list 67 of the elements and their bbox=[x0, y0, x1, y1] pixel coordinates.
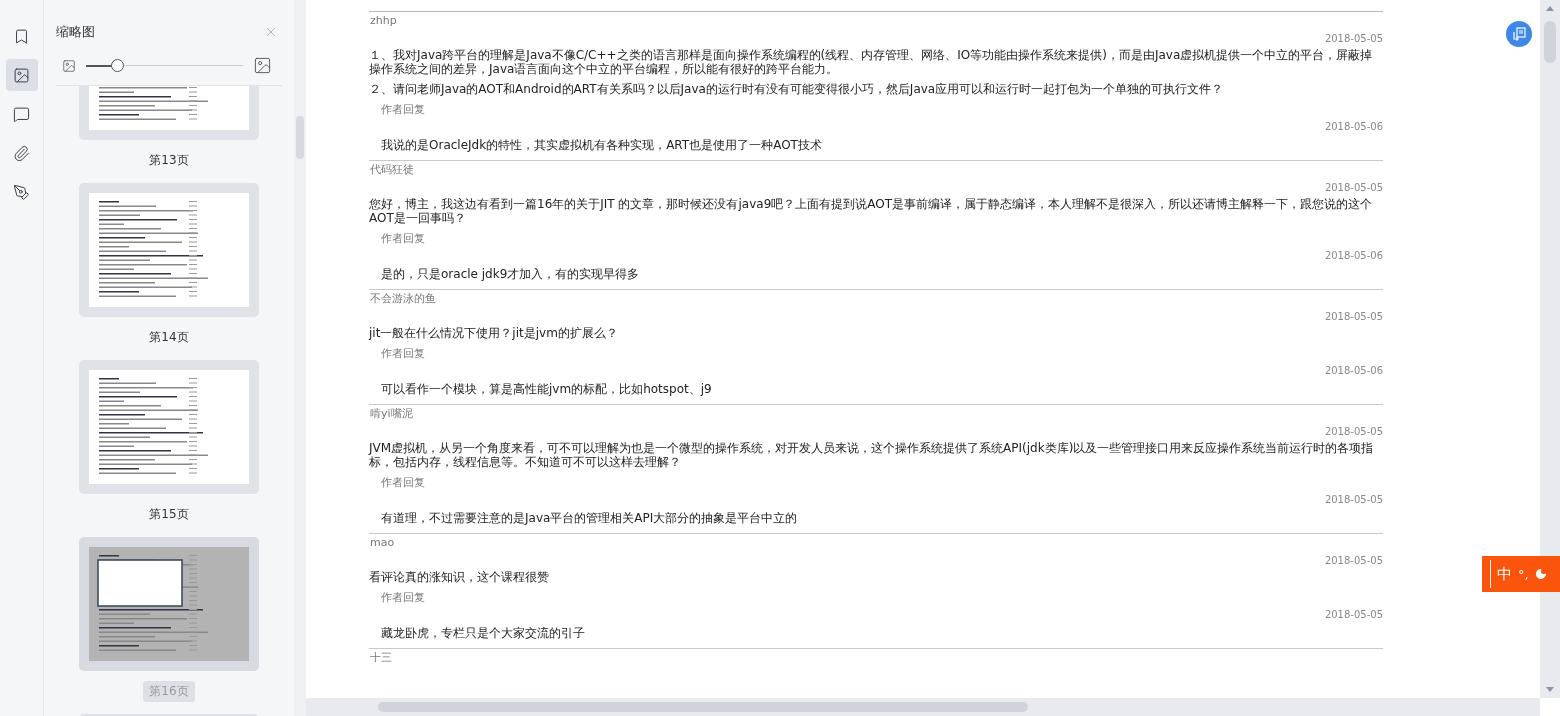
page-thumbnail-drawing[interactable] bbox=[89, 370, 249, 484]
horizontal-scrollbar[interactable] bbox=[306, 698, 1540, 716]
floating-action-button[interactable] bbox=[1506, 21, 1532, 47]
punctuation-mode-label: °, bbox=[1518, 566, 1529, 582]
input-mode-label: 中 bbox=[1497, 564, 1512, 584]
page-thumbnail-frame[interactable] bbox=[79, 183, 259, 317]
panel-title: 缩略图 bbox=[56, 23, 95, 41]
reply-date: 2018-05-05 bbox=[1323, 608, 1383, 622]
comment-text: jit一般在什么情况下使用？jit是jvm的扩展么？ bbox=[369, 326, 619, 340]
scrollbar-thumb[interactable] bbox=[378, 702, 1028, 712]
page-label: 第14页 bbox=[148, 329, 190, 346]
bookmark-icon bbox=[13, 27, 30, 45]
comment-author: 不会游泳的鱼 bbox=[369, 291, 437, 307]
reply-label: 作者回复 bbox=[380, 102, 426, 118]
page-label: 第13页 bbox=[148, 152, 190, 169]
comment-date: 2018-05-05 bbox=[1323, 554, 1383, 568]
large-image-icon[interactable] bbox=[253, 56, 272, 75]
reply-date: 2018-05-05 bbox=[1323, 493, 1383, 507]
scroll-up-icon[interactable] bbox=[1546, 6, 1554, 11]
panel-scrollbar-thumb[interactable] bbox=[296, 116, 304, 159]
comment-author: 啃yi嘴泥 bbox=[369, 406, 414, 422]
comment-text: １、我对Java跨平台的理解是Java不像C/C++之类的语言那样是面向操作系统编程的(线程、内存管理、网络、IO等功能由操作系统来提供)，而是由Java虚拟机提供一个中立的平台，屏蔽掉操作系统之间的差异，Java语言面向这个中立的平台编程，所以能有很好的跨平台能力。 bbox=[369, 48, 1374, 76]
comment-icon bbox=[13, 105, 30, 123]
close-icon bbox=[264, 25, 278, 39]
comment-date: 2018-05-05 bbox=[1323, 310, 1383, 324]
image-icon bbox=[13, 66, 30, 84]
comment-author: 十三 bbox=[369, 650, 393, 666]
reply-text: 藏龙卧虎，专栏只是个大家交流的引子 bbox=[380, 625, 586, 642]
comment-date: 2018-05-05 bbox=[1323, 32, 1383, 46]
page-thumbnail-drawing[interactable] bbox=[89, 547, 249, 661]
reply-date: 2018-05-06 bbox=[1323, 364, 1383, 378]
reply-label: 作者回复 bbox=[380, 346, 426, 362]
paperclip-icon bbox=[13, 144, 30, 162]
sidebar-tool-button[interactable] bbox=[5, 59, 38, 91]
reply-date: 2018-05-06 bbox=[1323, 249, 1383, 263]
comment-author: zhhp bbox=[369, 13, 398, 29]
page-label: 第15页 bbox=[148, 506, 190, 523]
reply-label: 作者回复 bbox=[380, 231, 426, 247]
vertical-scrollbar[interactable] bbox=[1540, 0, 1560, 698]
close-button[interactable] bbox=[264, 25, 278, 39]
comment-text: 看评论真的涨知识，这个课程很赞 bbox=[369, 570, 550, 584]
comment-date: 2018-05-05 bbox=[1323, 181, 1383, 195]
comment-text: 您好，博主，我这边有看到一篇16年的关于JIT 的文章，那时候还没有java9吧？上面有提到说AOT是事前编译，属于静态编译，本人理解不是很深入，所以还请博主解释一下，跟您说的这个AOT是一回事吗？ bbox=[369, 197, 1374, 225]
reply-label: 作者回复 bbox=[380, 590, 426, 606]
comment-text: JVM虚拟机，从另一个角度来看，可不可以理解为也是一个微型的操作系统，对开发人员来说，这个操作系统提供了系统API(jdk类库)以及一些管理接口用来反应操作系统当前运行时的各项指标，包括内存，线程信息等。不知道可不可以这样去理解？ bbox=[369, 441, 1375, 469]
comment-author: 代码狂徒 bbox=[369, 162, 415, 178]
reply-text: 可以看作一个模块，算是高性能jvm的标配，比如hotspot、j9 bbox=[380, 381, 713, 398]
convert-icon bbox=[1512, 27, 1526, 41]
reply-text: 是的，只是oracle jdk9才加入，有的实现早得多 bbox=[380, 266, 641, 283]
moon-icon bbox=[1534, 568, 1547, 580]
scroll-down-icon[interactable] bbox=[1546, 687, 1554, 692]
page-thumbnail-frame[interactable] bbox=[79, 537, 259, 671]
page-thumbnail-frame[interactable] bbox=[79, 360, 259, 494]
page-label: 第16页 bbox=[143, 681, 195, 702]
pen-icon bbox=[13, 183, 30, 201]
scrollbar-thumb[interactable] bbox=[1544, 21, 1556, 63]
comment-author: mao bbox=[369, 535, 396, 551]
small-image-icon[interactable] bbox=[62, 58, 76, 73]
page-thumbnail-drawing[interactable] bbox=[89, 193, 249, 307]
input-method-bar[interactable]: 中 °, bbox=[1482, 556, 1560, 592]
comment-date: 2018-05-05 bbox=[1323, 425, 1383, 439]
reply-label: 作者回复 bbox=[380, 475, 426, 491]
reply-text: 有道理，不过需要注意的是Java平台的管理相关API大部分的抽象是平台中立的 bbox=[380, 510, 799, 527]
reply-text: 我说的是OracleJdk的特性，其实虚拟机有各种实现，ART也是使用了一种AOT技术 bbox=[380, 137, 823, 154]
reply-date: 2018-05-06 bbox=[1323, 120, 1383, 134]
comment-text: ２、请问老师Java的AOT和Android的ART有关系吗？以后Java的运行时有没有可能变得很小巧，然后Java应用可以和运行时一起打包为一个单独的可执行文件？ bbox=[369, 82, 1225, 96]
zoom-slider-thumb[interactable] bbox=[110, 59, 124, 72]
